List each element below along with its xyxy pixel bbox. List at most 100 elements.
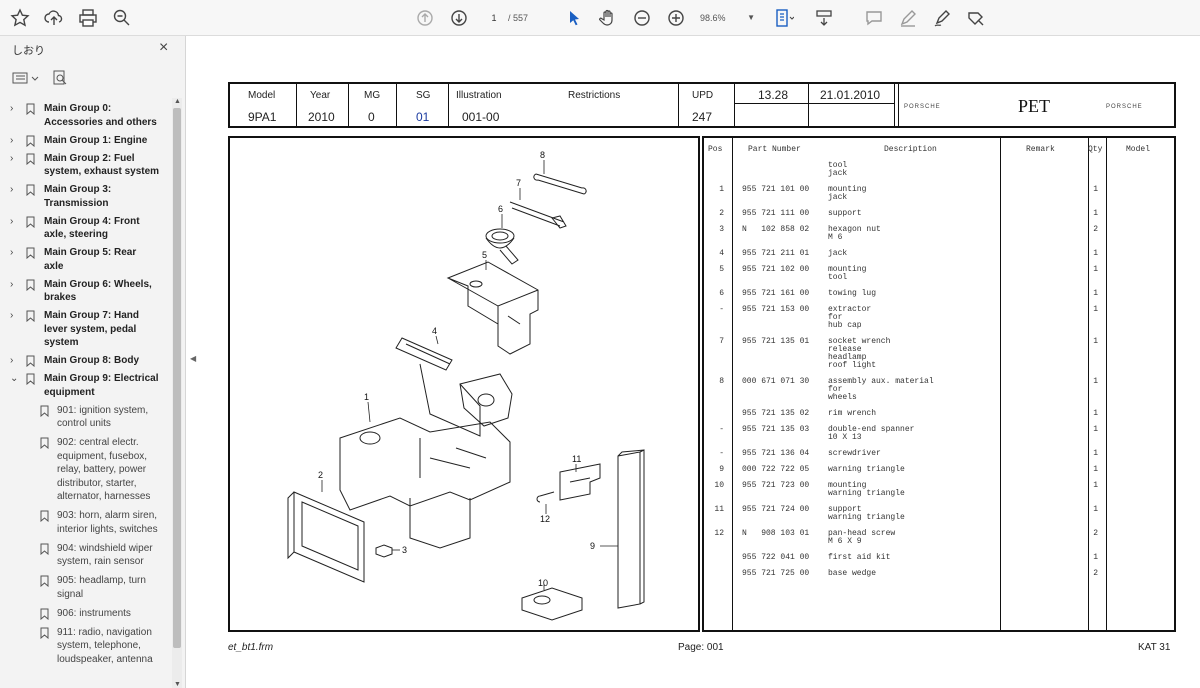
chevron-right-icon[interactable]: › [10,278,13,292]
cell-part-number: 955 721 153 00 [742,305,810,314]
bookmark-options-icon[interactable] [12,71,40,90]
bookmark-label: Main Group 6: Wheels, brakes [44,278,152,305]
bookmark-item[interactable]: 905: headlamp, turn signal [0,574,172,601]
bookmark-item[interactable]: › Main Group 4: Front axle, steering [0,215,172,242]
zoom-search-icon[interactable] [110,6,134,30]
mg-value: 0 [368,110,375,124]
cell-qty: 1 [1093,265,1098,274]
cell-pos: 11 [714,505,724,514]
bookmark-item[interactable]: 906: instruments [0,607,172,621]
chevron-right-icon[interactable]: › [10,246,13,260]
bookmark-icon [26,103,35,116]
bookmark-label-line: Main Group 8: Body [44,355,139,366]
upd-value: 247 [692,110,713,124]
collapse-panel-icon[interactable]: ◀ [190,354,196,363]
page-down-icon[interactable] [447,6,471,30]
bookmark-item[interactable]: › Main Group 0: Accessories and others [0,102,172,129]
zoom-out-icon[interactable] [630,6,654,30]
cell-qty: 1 [1093,553,1098,562]
scroll-mode-icon[interactable] [812,6,836,30]
close-icon[interactable]: × [159,39,168,57]
bookmark-item[interactable]: 903: horn, alarm siren, interior lights, … [0,509,172,536]
bookmark-label-line: Main Group 4: Front [44,215,140,227]
cell-qty: 1 [1093,465,1098,474]
bookmark-label-line: Main Group 6: Wheels, [44,278,152,290]
bookmark-label-line: 905: headlamp, turn [57,575,146,586]
bookmark-label-line: Main Group 0: [44,103,112,114]
bookmark-item[interactable]: 911: radio, navigation system, telephone,… [0,626,172,667]
bookmark-label: Main Group 3: Transmission [44,183,111,210]
page-up-icon[interactable] [413,6,437,30]
bookmark-item[interactable]: › Main Group 6: Wheels, brakes [0,278,172,305]
bookmark-item[interactable]: › Main Group 5: Rear axle [0,246,172,273]
bookmark-label-line: system, rain sensor [57,556,144,567]
bookmark-item[interactable]: 901: ignition system, control units [0,404,172,431]
col-header-description: Description [884,145,937,154]
bookmark-item[interactable]: › Main Group 8: Body [0,354,172,368]
callout-labels: 8 7 6 5 4 1 2 3 9 11 12 10 [318,150,595,588]
chevron-right-icon[interactable]: › [10,152,13,166]
callout-1: 1 [364,392,369,402]
select-cursor-icon[interactable] [562,6,586,30]
cell-description: wheels [828,393,857,402]
chevron-right-icon[interactable]: › [10,215,13,229]
hand-tool-icon[interactable] [596,6,620,30]
zoom-level-dropdown[interactable]: 98.6% ▼ [700,9,755,27]
scroll-down-arrow-icon[interactable]: ▼ [174,681,181,688]
chevron-right-icon[interactable]: › [10,354,13,368]
zoom-in-icon[interactable] [664,6,688,30]
cell-part-number: 955 721 161 00 [742,289,810,298]
footer-filename: et_bt1.frm [228,642,274,653]
callout-9: 9 [590,541,595,551]
bookmark-item[interactable]: › Main Group 1: Engine [0,134,172,148]
print-icon[interactable] [76,6,100,30]
bookmark-icon [26,355,35,368]
sidebar-scrollbar[interactable]: ▲ ▼ [172,98,182,688]
scroll-up-arrow-icon[interactable]: ▲ [174,98,181,105]
upload-cloud-icon[interactable] [42,6,66,30]
edit-tools-icon[interactable] [964,6,988,30]
cell-pos: 1 [719,185,724,194]
sign-pen-icon[interactable] [930,6,954,30]
scrollbar-thumb[interactable] [173,108,181,648]
bookmark-item[interactable]: › Main Group 3: Transmission [0,183,172,210]
bookmark-label-line: axle, steering [44,229,108,240]
chevron-right-icon[interactable]: › [10,102,13,116]
bookmark-icon [40,510,49,523]
bookmark-label-line: brakes [44,292,77,303]
comment-icon[interactable] [862,6,886,30]
model-label: Model [248,90,276,101]
bookmark-item[interactable]: 902: central electr. equipment, fusebox, r… [0,436,172,504]
bookmark-item[interactable]: 904: windshield wiper system, rain sensor [0,542,172,569]
cell-part-number: 955 721 111 00 [742,209,810,218]
bookmarks-panel: しおり × › Main Group 0: Accessories and othe… [0,36,186,688]
star-icon[interactable] [8,6,32,30]
bookmark-item[interactable]: › Main Group 2: Fuel system, exhaust syste… [0,152,172,179]
bookmark-item[interactable]: › Main Group 7: Hand lever system, pedal sy… [0,309,172,350]
bookmark-item[interactable]: ⌄ Main Group 9: Electrical equipment [0,372,172,399]
bookmark-label-line: signal [57,588,84,600]
page-layout-icon[interactable] [772,6,796,30]
bookmark-label-line: Transmission [44,197,109,209]
page-number-input[interactable]: 1 [483,9,505,27]
chevron-right-icon[interactable]: › [10,309,13,323]
chevron-right-icon[interactable]: › [10,183,13,197]
chevron-down-icon[interactable]: ⌄ [10,372,18,386]
highlight-pen-icon[interactable] [896,6,920,30]
cell-pos: 5 [719,265,724,274]
bookmark-icon [26,279,35,291]
cell-qty: 1 [1093,209,1098,218]
bookmark-label-line: system, exhaust system [44,166,160,177]
bookmark-icon [26,373,35,386]
cell-part-number: 955 721 135 01 [742,337,810,346]
bookmark-icon [26,153,35,165]
bookmark-label-line: relay, battery, power [57,464,147,475]
chevron-right-icon[interactable]: › [10,134,13,148]
cell-part-number: 955 721 102 00 [742,265,810,274]
bookmark-icon [40,575,49,588]
bookmark-label-line: axle [44,260,64,272]
col-header-remark: Remark [1026,145,1055,154]
bookmark-label: Main Group 8: Body [44,354,139,368]
find-bookmark-icon[interactable] [52,70,68,91]
cell-description: warning triangle [828,465,905,474]
